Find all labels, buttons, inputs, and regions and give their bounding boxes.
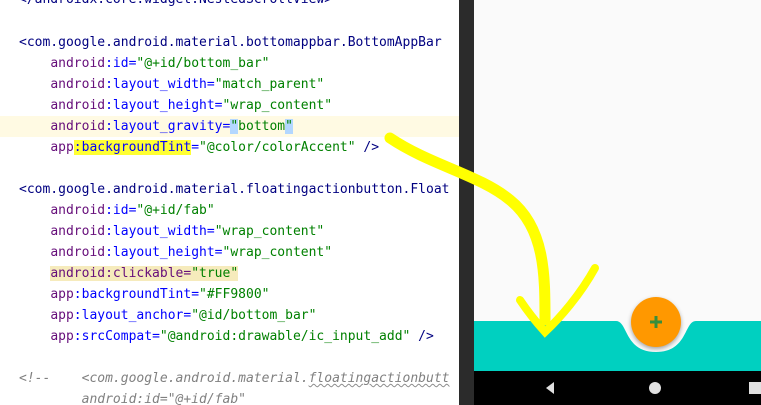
code-token: "match_parent" bbox=[214, 77, 325, 92]
code-token: "@android:drawable/ic_input_add" bbox=[159, 329, 411, 344]
nav-recents-button[interactable] bbox=[740, 371, 761, 405]
code-line[interactable]: android:layout_height="wrap_content" bbox=[0, 95, 459, 116]
code-token: android bbox=[50, 77, 106, 92]
code-token: :id= bbox=[105, 56, 137, 71]
code-editor[interactable]: </androidx.core.widget.NestedScrollView>… bbox=[0, 0, 459, 405]
back-triangle-icon bbox=[546, 382, 554, 394]
code-token: :srcCompat= bbox=[73, 329, 160, 344]
code-token: android bbox=[50, 98, 106, 113]
code-token: android bbox=[50, 203, 106, 218]
code-token: </androidx.core.widget.NestedScrollView> bbox=[19, 0, 332, 7]
bottom-app-bar[interactable] bbox=[474, 0, 761, 405]
code-line[interactable]: android:layout_height="wrap_content" bbox=[0, 242, 459, 263]
code-line[interactable] bbox=[0, 347, 459, 368]
code-token: <com.google.android.material.floatingact… bbox=[19, 182, 450, 197]
code-token: :layout_anchor= bbox=[73, 308, 192, 323]
code-token: android bbox=[50, 224, 106, 239]
code-token: android:id="@+id/fab" bbox=[19, 392, 246, 405]
code-token: "@+id/bottom_bar" bbox=[136, 56, 270, 71]
code-token: android bbox=[50, 245, 106, 260]
code-token: "@color/colorAccent" bbox=[199, 140, 356, 155]
code-token: :id= bbox=[105, 203, 137, 218]
device-preview-screen bbox=[474, 0, 761, 405]
code-line[interactable]: app:srcCompat="@android:drawable/ic_inpu… bbox=[0, 326, 459, 347]
code-line[interactable]: android:id="@+id/fab" bbox=[0, 389, 459, 405]
code-token: "wrap_content" bbox=[222, 98, 333, 113]
code-line[interactable]: <com.google.android.material.bottomappba… bbox=[0, 32, 459, 53]
code-token: "wrap_content" bbox=[222, 245, 333, 260]
code-line[interactable]: android:id="@+id/fab" bbox=[0, 200, 459, 221]
code-token: :layout_width= bbox=[105, 77, 215, 92]
code-token: android bbox=[50, 56, 106, 71]
code-token: bottom bbox=[238, 119, 286, 134]
code-line[interactable]: </androidx.core.widget.NestedScrollView> bbox=[0, 0, 459, 10]
code-token: :layout_height= bbox=[105, 98, 223, 113]
code-token: " bbox=[285, 119, 293, 134]
code-token: floatingactionbutt bbox=[308, 371, 450, 386]
code-token: app bbox=[50, 329, 74, 344]
code-token: :backgroundTint= bbox=[73, 287, 200, 302]
android-navigation-bar bbox=[474, 371, 761, 405]
code-line[interactable]: android:layout_width="wrap_content" bbox=[0, 221, 459, 242]
nav-back-button[interactable] bbox=[530, 371, 570, 405]
bottom-app-bar-shape bbox=[474, 321, 761, 371]
code-line[interactable]: android:clickable="true" bbox=[0, 263, 459, 284]
code-token: app bbox=[50, 287, 74, 302]
plus-icon bbox=[650, 316, 662, 328]
code-token: :layout_gravity= bbox=[105, 119, 231, 134]
recents-square-icon bbox=[749, 382, 761, 394]
code-token: "@id/bottom_bar" bbox=[191, 308, 317, 323]
code-token: <com.google.android.material.bottomappba… bbox=[19, 35, 442, 50]
code-line[interactable]: android:id="@+id/bottom_bar" bbox=[0, 53, 459, 74]
code-token: "true" bbox=[191, 266, 239, 281]
code-token: android bbox=[50, 119, 106, 134]
nav-home-button[interactable] bbox=[635, 371, 675, 405]
code-token: "#FF9800" bbox=[199, 287, 270, 302]
code-line[interactable]: app:backgroundTint="@color/colorAccent" … bbox=[0, 137, 459, 158]
code-line[interactable]: app:backgroundTint="#FF9800" bbox=[0, 284, 459, 305]
code-token: = bbox=[191, 140, 200, 155]
code-token: android:clickable= bbox=[50, 266, 192, 281]
code-token: " bbox=[230, 119, 239, 134]
code-token: "@+id/fab" bbox=[136, 203, 215, 218]
code-token: app bbox=[50, 308, 74, 323]
floating-action-button[interactable] bbox=[631, 297, 681, 347]
code-line[interactable]: <!-- <com.google.android.material.floati… bbox=[0, 368, 459, 389]
code-line[interactable] bbox=[0, 11, 459, 32]
code-token: "wrap_content" bbox=[214, 224, 325, 239]
code-token: /> bbox=[410, 329, 434, 344]
home-circle-icon bbox=[649, 382, 661, 394]
code-line[interactable]: android:layout_width="match_parent" bbox=[0, 74, 459, 95]
code-token: /> bbox=[355, 140, 380, 155]
code-token: :layout_width= bbox=[105, 224, 215, 239]
code-line[interactable] bbox=[0, 158, 459, 179]
code-line[interactable]: app:layout_anchor="@id/bottom_bar" bbox=[0, 305, 459, 326]
code-token: :layout_height= bbox=[105, 245, 223, 260]
code-token: <!-- <com.google.android.material. bbox=[19, 371, 309, 386]
code-line[interactable]: <com.google.android.material.floatingact… bbox=[0, 179, 459, 200]
code-line[interactable]: android:layout_gravity="bottom" bbox=[0, 116, 459, 137]
code-token: app bbox=[50, 140, 74, 155]
code-token: :backgroundTint bbox=[73, 140, 192, 155]
